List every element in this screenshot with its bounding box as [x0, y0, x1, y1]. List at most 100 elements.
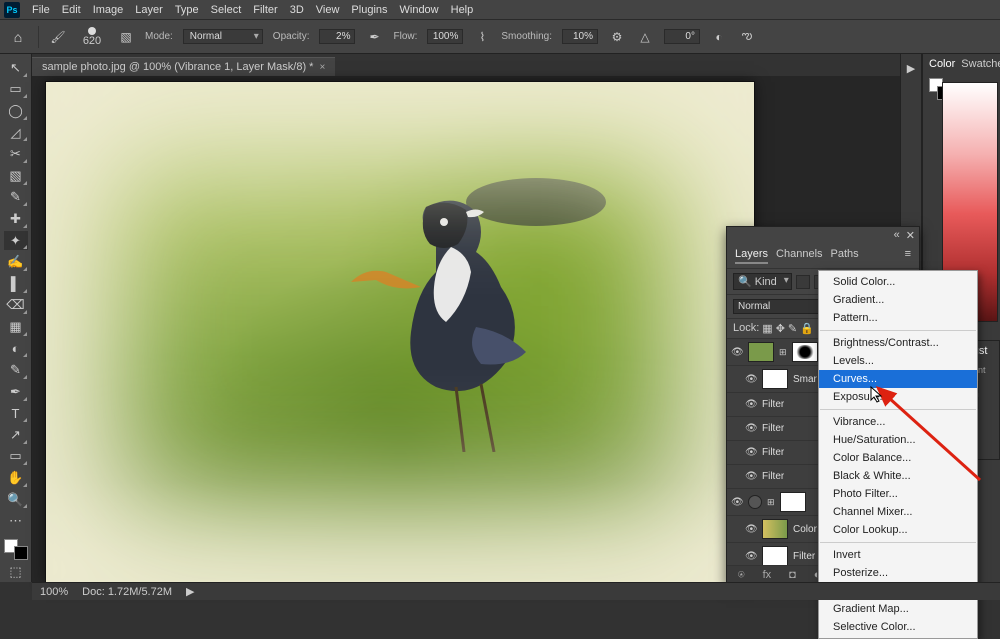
menu-exposure[interactable]: Exposure... [819, 388, 977, 406]
visibility-icon[interactable]: 👁 [745, 447, 757, 458]
menu-levels[interactable]: Levels... [819, 352, 977, 370]
crop-tool[interactable]: ✂ [4, 144, 28, 164]
panel-collapse-icon[interactable]: « [894, 229, 900, 242]
menu-vibrance[interactable]: Vibrance... [819, 413, 977, 431]
pen-tool[interactable]: ✒ [4, 382, 28, 402]
color-tab[interactable]: Color [929, 58, 955, 70]
brush-panel-icon[interactable]: ▧ [117, 28, 135, 46]
path-select-tool[interactable]: ↗ [4, 425, 28, 445]
play-icon[interactable]: ▶ [907, 62, 915, 75]
home-icon[interactable]: ⌂ [8, 27, 28, 47]
eraser-tool[interactable]: ⌫ [4, 296, 28, 316]
pressure-size-icon[interactable]: ◐ [710, 28, 728, 46]
airbrush-icon[interactable]: ⌇ [473, 28, 491, 46]
lock-pixels-icon[interactable]: ▦ [762, 322, 772, 335]
zoom-tool[interactable]: 🔍 [4, 490, 28, 510]
visibility-icon[interactable]: 👁 [745, 524, 757, 535]
layer-filter-kind[interactable]: 🔍 Kind [733, 273, 792, 290]
menu-pattern[interactable]: Pattern... [819, 309, 977, 327]
marquee-tool[interactable]: ▭ [4, 80, 28, 100]
menu-black-white[interactable]: Black & White... [819, 467, 977, 485]
menu-gradient-map[interactable]: Gradient Map... [819, 600, 977, 618]
visibility-icon[interactable]: 👁 [731, 497, 743, 508]
flow-value[interactable]: 100% [427, 29, 463, 44]
smoothing-gear-icon[interactable]: ⚙ [608, 28, 626, 46]
menu-plugins[interactable]: Plugins [345, 2, 393, 18]
menu-curves[interactable]: Curves... [819, 370, 977, 388]
quick-select-tool[interactable]: ◿ [4, 123, 28, 143]
dodge-tool[interactable]: ✎ [4, 360, 28, 380]
history-brush-tool[interactable]: ▌ [4, 274, 28, 294]
menu-color-lookup[interactable]: Color Lookup... [819, 521, 977, 539]
eyedropper-tool[interactable]: ✎ [4, 188, 28, 208]
menu-type[interactable]: Type [169, 2, 205, 18]
menu-file[interactable]: File [26, 2, 56, 18]
menu-view[interactable]: View [310, 2, 346, 18]
menu-color-balance[interactable]: Color Balance... [819, 449, 977, 467]
doc-size[interactable]: Doc: 1.72M/5.72M [82, 586, 172, 598]
menu-help[interactable]: Help [445, 2, 480, 18]
menu-photo-filter[interactable]: Photo Filter... [819, 485, 977, 503]
menu-select[interactable]: Select [205, 2, 248, 18]
move-tool[interactable]: ↖ [4, 58, 28, 78]
menu-channel-mixer[interactable]: Channel Mixer... [819, 503, 977, 521]
menu-hue-saturation[interactable]: Hue/Saturation... [819, 431, 977, 449]
panel-close-icon[interactable]: ✕ [906, 229, 915, 242]
menu-window[interactable]: Window [394, 2, 445, 18]
swatches-tab[interactable]: Swatches [961, 58, 1000, 70]
edit-toolbar[interactable]: ⋯ [4, 511, 28, 531]
lock-all-icon[interactable]: 🔒 [800, 322, 814, 335]
hand-tool[interactable]: ✋ [4, 468, 28, 488]
visibility-icon[interactable]: 👁 [745, 471, 757, 482]
fg-bg-colors[interactable] [4, 539, 28, 560]
canvas[interactable] [46, 82, 754, 582]
document-tab[interactable]: sample photo.jpg @ 100% (Vibrance 1, Lay… [32, 57, 335, 76]
visibility-icon[interactable]: 👁 [731, 347, 743, 358]
tool-preset-icon[interactable]: 🖌 [49, 28, 67, 46]
menu-brightness-contrast[interactable]: Brightness/Contrast... [819, 334, 977, 352]
smoothing-value[interactable]: 10% [562, 29, 598, 44]
brush-tool[interactable]: ✦ [4, 231, 28, 251]
symmetry-icon[interactable]: ఌ [738, 28, 756, 46]
lock-paint-icon[interactable]: ✎ [788, 322, 797, 335]
brush-preview[interactable]: 620 [77, 26, 107, 48]
menu-selective-color[interactable]: Selective Color... [819, 618, 977, 636]
add-mask-icon[interactable]: ◘ [789, 569, 796, 582]
menu-layer[interactable]: Layer [129, 2, 169, 18]
healing-tool[interactable]: ✚ [4, 209, 28, 229]
menu-invert[interactable]: Invert [819, 546, 977, 564]
menu-solid-color[interactable]: Solid Color... [819, 273, 977, 291]
frame-tool[interactable]: ▧ [4, 166, 28, 186]
visibility-icon[interactable]: 👁 [745, 423, 757, 434]
angle-value[interactable]: 0° [664, 29, 700, 44]
opacity-value[interactable]: 2% [319, 29, 355, 44]
layers-tab[interactable]: Layers [735, 248, 768, 264]
status-arrow-icon[interactable]: ▶ [186, 585, 194, 598]
filter-pixel-icon[interactable] [796, 275, 810, 289]
quickmask-toggle[interactable]: ⬚ [4, 562, 28, 582]
visibility-icon[interactable]: 👁 [745, 374, 757, 385]
menu-3d[interactable]: 3D [284, 2, 310, 18]
menu-filter[interactable]: Filter [247, 2, 283, 18]
blur-tool[interactable]: ◐ [4, 339, 28, 359]
menu-posterize[interactable]: Posterize... [819, 564, 977, 582]
opacity-pressure-icon[interactable]: ✒ [365, 28, 383, 46]
paths-tab[interactable]: Paths [831, 248, 859, 264]
zoom-level[interactable]: 100% [40, 586, 68, 598]
link-layers-icon[interactable]: ⍟ [738, 569, 745, 582]
menu-gradient[interactable]: Gradient... [819, 291, 977, 309]
channels-tab[interactable]: Channels [776, 248, 822, 264]
blend-mode-select[interactable]: Normal [183, 29, 263, 44]
visibility-icon[interactable]: 👁 [745, 399, 757, 410]
lock-position-icon[interactable]: ✥ [776, 322, 785, 335]
gradient-tool[interactable]: ▦ [4, 317, 28, 337]
close-tab-icon[interactable]: × [319, 62, 325, 73]
layer-fx-icon[interactable]: fx [763, 569, 772, 582]
type-tool[interactable]: T [4, 404, 28, 424]
visibility-icon[interactable]: 👁 [745, 551, 757, 562]
menu-image[interactable]: Image [87, 2, 130, 18]
shape-tool[interactable]: ▭ [4, 447, 28, 467]
panel-menu-icon[interactable]: ≡ [905, 248, 911, 264]
menu-edit[interactable]: Edit [56, 2, 87, 18]
stamp-tool[interactable]: ✍ [4, 252, 28, 272]
